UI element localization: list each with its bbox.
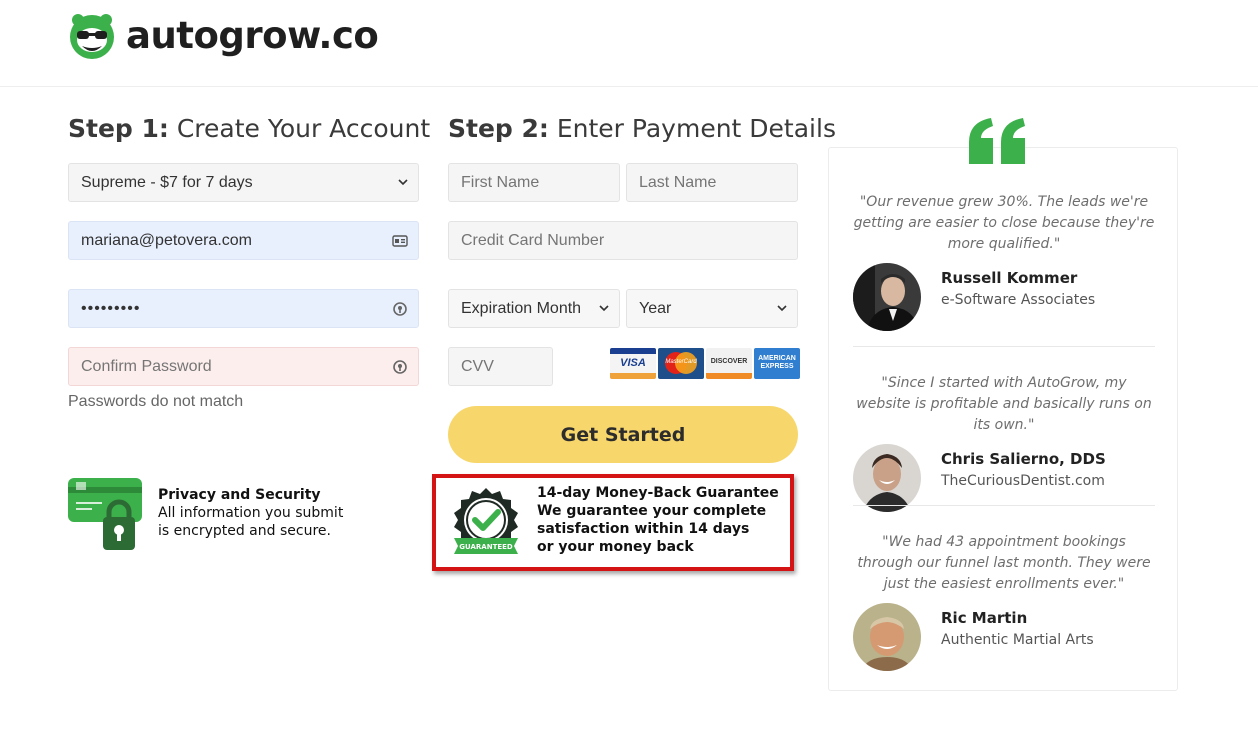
visa-card-icon: VISA (610, 348, 656, 379)
testimonial: "Our revenue grew 30%. The leads we're g… (853, 192, 1155, 333)
confirm-password-placeholder: Confirm Password (81, 357, 212, 375)
chevron-down-icon (398, 179, 408, 186)
divider (853, 505, 1155, 506)
accepted-cards: VISA MasterCard DISCOVER AMERICAN EXPRESS (610, 348, 800, 379)
amex-label-line1: AMERICAN (758, 355, 796, 362)
testimonial-quote: "We had 43 appointment bookings through … (857, 534, 1151, 592)
site-header: autogrow.co (0, 0, 1258, 87)
secure-card-lock-icon (68, 478, 142, 550)
mastercard-label: MasterCard (665, 359, 697, 365)
plan-select[interactable]: Supreme - $7 for 7 days (68, 163, 419, 202)
discover-card-icon: DISCOVER (706, 348, 752, 379)
expiration-month-value: Expiration Month (461, 299, 582, 317)
last-name-field[interactable]: Last Name (626, 163, 798, 202)
step2-title-bold: Step 2: (448, 114, 549, 143)
amex-label-line2: EXPRESS (760, 363, 794, 370)
privacy-title: Privacy and Security (158, 487, 321, 503)
logo[interactable]: autogrow.co (68, 12, 379, 60)
password-key-icon[interactable] (392, 301, 408, 317)
seal-label: GUARANTEED (459, 543, 513, 551)
password-value: ••••••••• (81, 299, 141, 317)
contact-card-icon[interactable] (392, 233, 408, 249)
guarantee-line1: We guarantee your complete (537, 503, 767, 519)
privacy-line1: All information you submit (158, 505, 344, 521)
cvv-field[interactable]: CVV (448, 347, 553, 386)
expiration-year-select[interactable]: Year (626, 289, 798, 328)
expiration-year-value: Year (639, 299, 672, 317)
testimonials-panel: "Our revenue grew 30%. The leads we're g… (828, 147, 1178, 691)
quote-icon (969, 118, 1025, 164)
testimonial-name: Russell Kommer (941, 269, 1078, 287)
privacy-text: Privacy and Security All information you… (158, 486, 378, 540)
divider (853, 346, 1155, 347)
testimonial-company: e-Software Associates (941, 292, 1096, 308)
testimonial-quote: "Our revenue grew 30%. The leads we're g… (853, 194, 1155, 252)
credit-card-placeholder: Credit Card Number (461, 231, 605, 249)
logo-text: autogrow.co (126, 14, 379, 57)
logo-mascot-icon (70, 14, 114, 59)
avatar (853, 444, 921, 512)
privacy-line2: is encrypted and secure. (158, 523, 331, 539)
testimonial-name: Ric Martin (941, 609, 1028, 627)
password-field[interactable]: ••••••••• (68, 289, 419, 328)
testimonial-author: Russell Kommer e-Software Associates (853, 263, 1155, 333)
testimonial: "We had 43 appointment bookings through … (853, 532, 1155, 673)
step2-title-text: Enter Payment Details (548, 114, 836, 143)
money-back-guarantee: GUARANTEED 14-day Money-Back Guarantee W… (432, 474, 794, 571)
step1-title-text: Create Your Account (168, 114, 431, 143)
amex-card-icon: AMERICAN EXPRESS (754, 348, 800, 379)
step2-title: Step 2: Enter Payment Details (448, 114, 836, 143)
mastercard-icon: MasterCard (658, 348, 704, 379)
step1-title-bold: Step 1: (68, 114, 169, 143)
discover-label: DISCOVER (710, 358, 748, 365)
guarantee-text: 14-day Money-Back Guarantee We guarantee… (537, 484, 779, 556)
cvv-placeholder: CVV (461, 357, 494, 375)
testimonial-company: TheCuriousDentist.com (941, 473, 1105, 489)
password-key-icon[interactable] (392, 359, 408, 375)
get-started-button[interactable]: Get Started (448, 406, 798, 463)
first-name-field[interactable]: First Name (448, 163, 620, 202)
password-mismatch-error: Passwords do not match (68, 393, 244, 410)
testimonial-author: Ric Martin Authentic Martial Arts (853, 603, 1155, 673)
chevron-down-icon (777, 305, 787, 312)
first-name-placeholder: First Name (461, 173, 540, 191)
avatar (853, 603, 921, 671)
guarantee-line2: satisfaction within 14 days (537, 521, 750, 537)
visa-label: VISA (620, 357, 646, 369)
email-value: mariana@petovera.com (81, 231, 252, 249)
email-field[interactable]: mariana@petovera.com (68, 221, 419, 260)
chevron-down-icon (599, 305, 609, 312)
avatar (853, 263, 921, 331)
testimonial-author: Chris Salierno, DDS TheCuriousDentist.co… (853, 444, 1155, 514)
guarantee-title: 14-day Money-Back Guarantee (537, 485, 779, 501)
last-name-placeholder: Last Name (639, 173, 717, 191)
testimonial: "Since I started with AutoGrow, my websi… (853, 373, 1155, 514)
testimonial-name: Chris Salierno, DDS (941, 450, 1106, 468)
confirm-password-field[interactable]: Confirm Password (68, 347, 419, 386)
credit-card-number-field[interactable]: Credit Card Number (448, 221, 798, 260)
step1-title: Step 1: Create Your Account (68, 114, 430, 143)
guaranteed-seal-icon: GUARANTEED (454, 488, 518, 554)
expiration-month-select[interactable]: Expiration Month (448, 289, 620, 328)
testimonial-company: Authentic Martial Arts (941, 632, 1094, 648)
plan-select-value: Supreme - $7 for 7 days (81, 173, 253, 191)
testimonial-quote: "Since I started with AutoGrow, my websi… (856, 375, 1152, 433)
guarantee-line3: or your money back (537, 539, 694, 555)
